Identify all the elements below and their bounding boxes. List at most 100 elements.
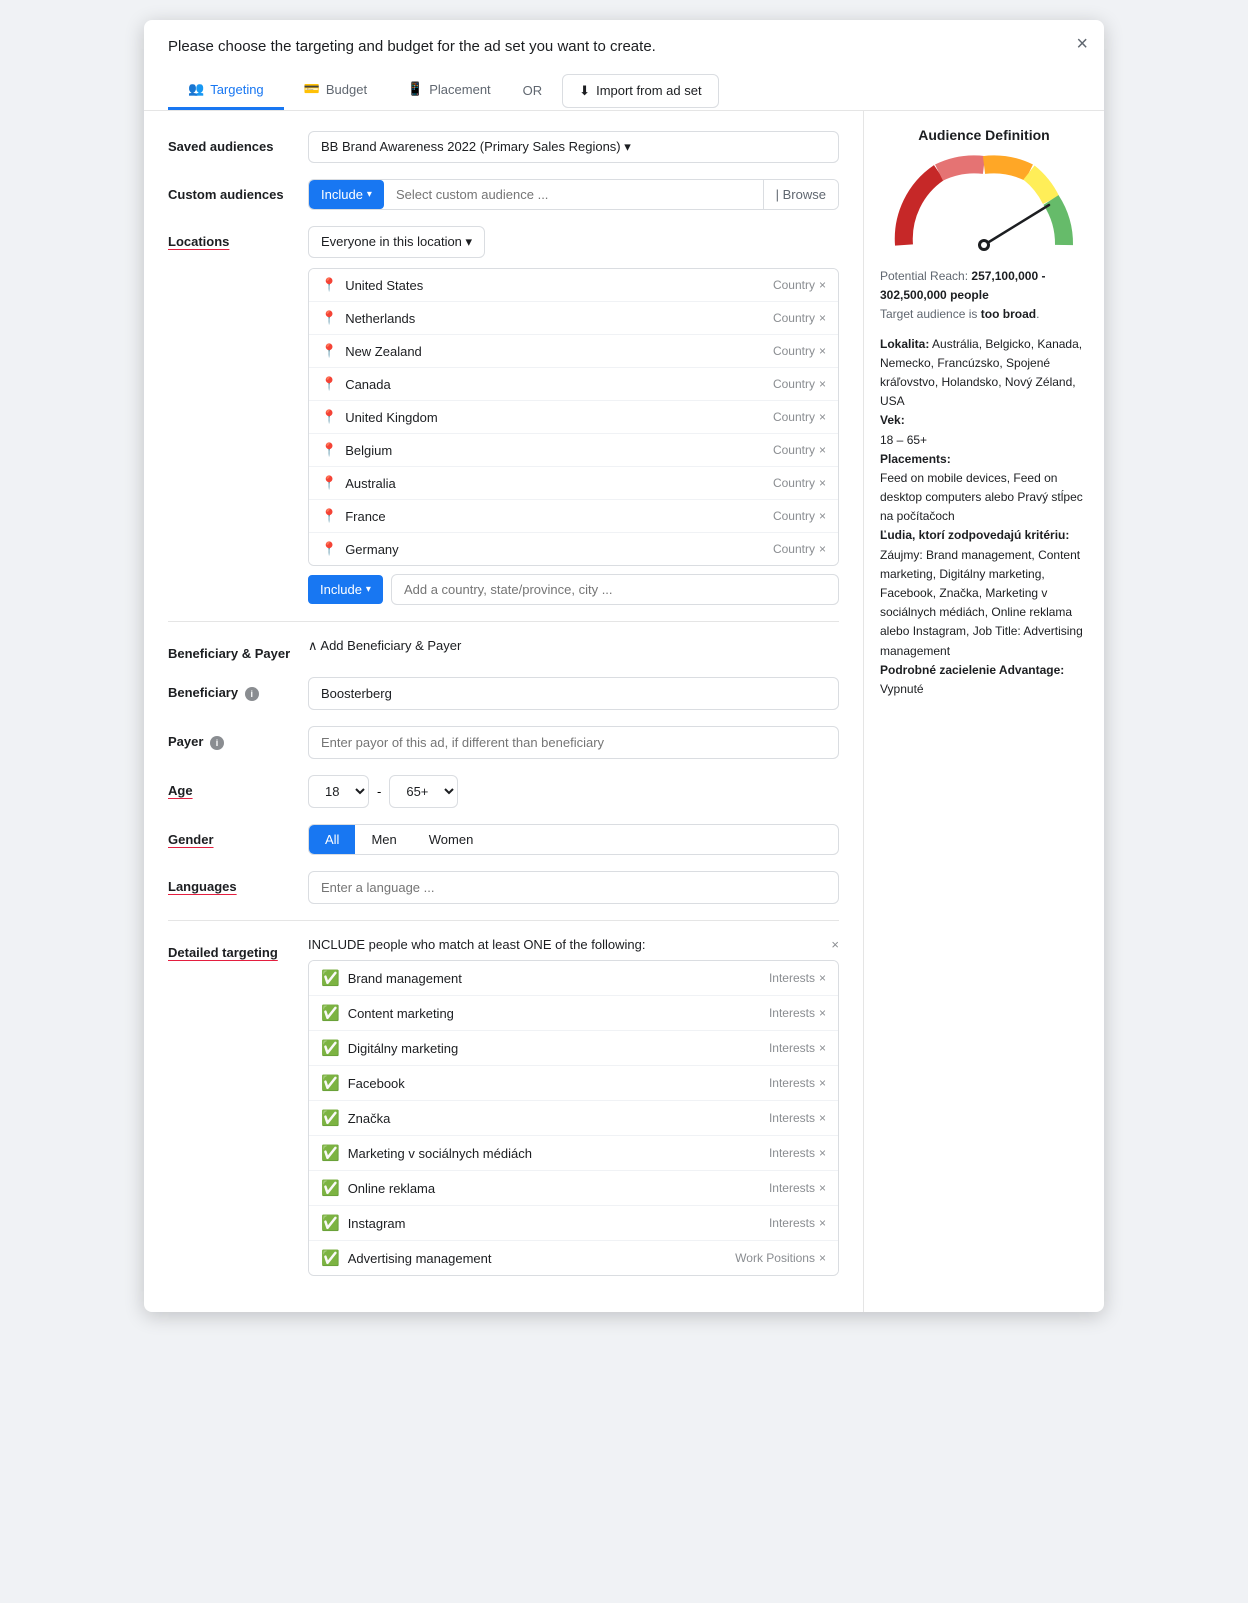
location-remove-icon[interactable]: ×: [819, 344, 826, 358]
location-type: Country ×: [773, 278, 826, 292]
location-pin-icon: 📍: [321, 310, 337, 326]
interest-remove-icon[interactable]: ×: [819, 1041, 826, 1055]
location-pin-icon: 📍: [321, 475, 337, 491]
everyone-label: Everyone in this location ▾: [321, 234, 472, 250]
payer-input[interactable]: [308, 726, 839, 759]
location-pin-icon: 📍: [321, 376, 337, 392]
everyone-location-select[interactable]: Everyone in this location ▾: [308, 226, 485, 258]
location-remove-icon[interactable]: ×: [819, 311, 826, 325]
location-name: New Zealand: [345, 344, 773, 359]
location-type: Country ×: [773, 542, 826, 556]
audience-stats: Potential Reach: 257,100,000 - 302,500,0…: [880, 267, 1088, 325]
interest-remove-icon[interactable]: ×: [819, 1146, 826, 1160]
location-remove-icon[interactable]: ×: [819, 410, 826, 424]
tab-targeting-label: Targeting: [210, 82, 263, 97]
interest-name: Digitálny marketing: [348, 1041, 769, 1056]
location-remove-icon[interactable]: ×: [819, 509, 826, 523]
interest-type: Interests ×: [769, 1146, 826, 1160]
interest-name: Online reklama: [348, 1181, 769, 1196]
interest-remove-icon[interactable]: ×: [819, 1181, 826, 1195]
payer-info-icon[interactable]: i: [210, 736, 224, 750]
interest-type: Interests ×: [769, 1216, 826, 1230]
target-audience-label: Target audience is: [880, 307, 977, 321]
interest-remove-icon[interactable]: ×: [819, 1006, 826, 1020]
location-remove-icon[interactable]: ×: [819, 443, 826, 457]
interest-check-icon: ✅: [321, 1249, 340, 1267]
interest-name: Advertising management: [348, 1251, 735, 1266]
podrobne-value: Vypnuté: [880, 682, 924, 696]
beneficiary-input[interactable]: [308, 677, 839, 710]
placements-label: Placements:: [880, 452, 951, 466]
tab-placement[interactable]: 📱 Placement: [387, 71, 511, 110]
tabs-bar: 👥 Targeting 💳 Budget 📱 Placement OR ⬇ Im…: [168, 71, 1080, 110]
saved-audiences-value: BB Brand Awareness 2022 (Primary Sales R…: [321, 139, 631, 155]
tab-budget-label: Budget: [326, 82, 367, 97]
age-selects: 18 - 65+: [308, 775, 839, 808]
form-section: Saved audiences BB Brand Awareness 2022 …: [144, 111, 864, 1312]
custom-audience-input-group: Include ▾ | Browse: [308, 179, 839, 210]
payer-label: Payer i: [168, 726, 308, 750]
location-remove-icon[interactable]: ×: [819, 542, 826, 556]
add-beneficiary-toggle[interactable]: ∧ Add Beneficiary & Payer: [308, 638, 839, 654]
podrobne-label: Podrobné zacielenie Advantage:: [880, 663, 1064, 677]
location-type: Country ×: [773, 377, 826, 391]
location-item: 📍 Australia Country ×: [309, 467, 838, 500]
interest-remove-icon[interactable]: ×: [819, 1251, 826, 1265]
close-button[interactable]: ×: [1076, 34, 1088, 54]
interest-type: Work Positions ×: [735, 1251, 826, 1265]
interest-item: ✅ Online reklama Interests ×: [309, 1171, 838, 1206]
custom-audiences-label: Custom audiences: [168, 179, 308, 202]
tab-budget[interactable]: 💳 Budget: [284, 71, 387, 110]
browse-button[interactable]: | Browse: [763, 180, 838, 209]
languages-input[interactable]: [308, 871, 839, 904]
location-list: 📍 United States Country × 📍 Netherlands …: [308, 268, 839, 566]
gender-women-button[interactable]: Women: [413, 825, 490, 854]
saved-audiences-select[interactable]: BB Brand Awareness 2022 (Primary Sales R…: [308, 131, 839, 163]
location-name: United Kingdom: [345, 410, 773, 425]
detailed-close-icon[interactable]: ×: [831, 937, 839, 952]
add-location-input[interactable]: [391, 574, 839, 605]
age-control: 18 - 65+: [308, 775, 839, 808]
include-location-label: Include: [320, 582, 362, 597]
gauge-container: [880, 155, 1088, 255]
browse-label: Browse: [783, 187, 826, 202]
include-location-button[interactable]: Include ▾: [308, 575, 383, 604]
import-from-ad-set-button[interactable]: ⬇ Import from ad set: [562, 74, 718, 108]
age-to-select[interactable]: 65+: [389, 775, 458, 808]
interest-type: Interests ×: [769, 1181, 826, 1195]
gender-all-button[interactable]: All: [309, 825, 355, 854]
interest-item: ✅ Marketing v sociálnych médiách Interes…: [309, 1136, 838, 1171]
saved-audiences-row: Saved audiences BB Brand Awareness 2022 …: [168, 131, 839, 163]
detailed-targeting-header: INCLUDE people who match at least ONE of…: [308, 937, 839, 952]
location-item: 📍 France Country ×: [309, 500, 838, 533]
gender-men-button[interactable]: Men: [355, 825, 412, 854]
beneficiary-label: Beneficiary i: [168, 677, 308, 701]
location-remove-icon[interactable]: ×: [819, 278, 826, 292]
beneficiary-info-icon[interactable]: i: [245, 687, 259, 701]
interest-remove-icon[interactable]: ×: [819, 1076, 826, 1090]
age-from-select[interactable]: 18: [308, 775, 369, 808]
languages-control: [308, 871, 839, 904]
location-remove-icon[interactable]: ×: [819, 476, 826, 490]
interest-remove-icon[interactable]: ×: [819, 971, 826, 985]
vek-label: Vek:: [880, 413, 905, 427]
interest-type: Interests ×: [769, 1041, 826, 1055]
browse-separator: |: [776, 187, 779, 202]
interest-name: Brand management: [348, 971, 769, 986]
interest-remove-icon[interactable]: ×: [819, 1111, 826, 1125]
saved-audiences-label: Saved audiences: [168, 131, 308, 154]
tab-placement-label: Placement: [429, 82, 490, 97]
age-dash: -: [377, 784, 381, 799]
include-custom-button[interactable]: Include ▾: [309, 180, 384, 209]
gender-row: Gender All Men Women: [168, 824, 839, 855]
location-item: 📍 Belgium Country ×: [309, 434, 838, 467]
tab-targeting[interactable]: 👥 Targeting: [168, 71, 284, 110]
location-name: Canada: [345, 377, 773, 392]
location-type: Country ×: [773, 509, 826, 523]
location-remove-icon[interactable]: ×: [819, 377, 826, 391]
interest-item: ✅ Značka Interests ×: [309, 1101, 838, 1136]
interest-check-icon: ✅: [321, 1109, 340, 1127]
custom-audience-input[interactable]: [384, 180, 763, 209]
location-type: Country ×: [773, 311, 826, 325]
interest-remove-icon[interactable]: ×: [819, 1216, 826, 1230]
